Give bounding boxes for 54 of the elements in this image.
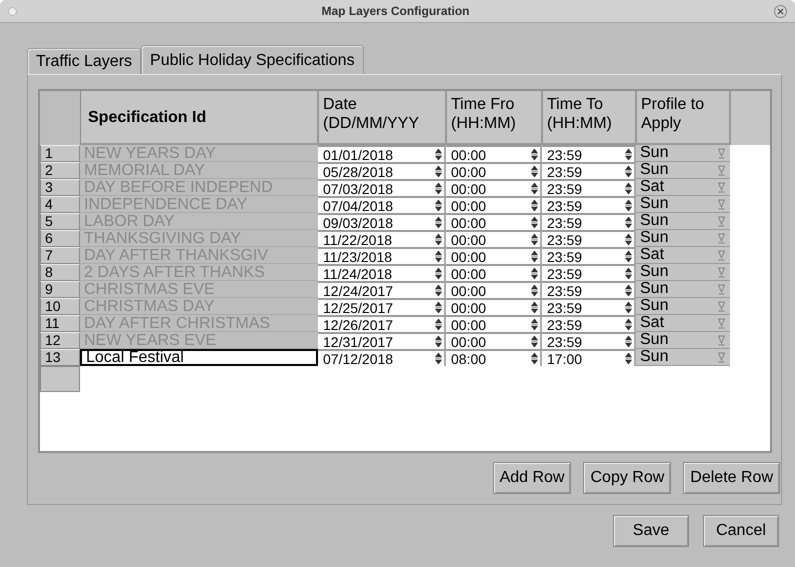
spinner-arrows-icon[interactable]	[435, 301, 442, 314]
dialog-button[interactable]: Save	[613, 515, 689, 547]
spinner-arrows-icon[interactable]	[625, 335, 632, 348]
spinner-arrows-icon[interactable]	[625, 318, 632, 331]
spinner-arrows-icon[interactable]	[531, 318, 538, 331]
close-icon[interactable]	[774, 4, 787, 18]
spinner-arrows-icon[interactable]	[435, 284, 442, 297]
spinner-arrows-icon[interactable]	[435, 335, 442, 348]
dialog-button[interactable]: Cancel	[703, 515, 779, 547]
specification-cell[interactable]: Local Festival	[80, 349, 318, 366]
spinner-arrows-icon[interactable]	[625, 216, 632, 229]
spinner-arrows-icon[interactable]	[435, 233, 442, 246]
date-spinbox[interactable]: 07/12/2018	[318, 349, 446, 366]
spinner-arrows-icon[interactable]	[625, 148, 632, 161]
window-title: Map Layers Configuration	[320, 4, 470, 18]
spinner-arrows-icon[interactable]	[625, 182, 632, 195]
spinner-arrows-icon[interactable]	[435, 182, 442, 195]
spinner-arrows-icon[interactable]	[435, 216, 442, 229]
spinner-arrows-icon[interactable]	[531, 301, 538, 314]
spinner-arrows-icon[interactable]	[531, 199, 538, 212]
profile-dropdown[interactable]: Sun	[636, 349, 730, 366]
spinner-arrows-icon[interactable]	[625, 352, 632, 365]
spinner-arrows-icon[interactable]	[435, 250, 442, 263]
spinner-arrows-icon[interactable]	[435, 352, 442, 365]
spinner-arrows-icon[interactable]	[625, 267, 632, 280]
spinner-arrows-icon[interactable]	[531, 148, 538, 161]
spinner-arrows-icon[interactable]	[435, 199, 442, 212]
time-to-spinbox[interactable]: 17:00	[542, 349, 636, 366]
spinner-arrows-icon[interactable]	[625, 284, 632, 297]
spinner-arrows-icon[interactable]	[625, 301, 632, 314]
spinner-arrows-icon[interactable]	[531, 165, 538, 178]
spinner-arrows-icon[interactable]	[531, 216, 538, 229]
spinner-arrows-icon[interactable]	[435, 318, 442, 331]
spinner-arrows-icon[interactable]	[531, 352, 538, 365]
time-from-spinbox[interactable]: 08:00	[446, 349, 542, 366]
row-action-button[interactable]: Copy Row	[583, 462, 672, 494]
row-number[interactable]: 13	[40, 349, 80, 366]
tab[interactable]: Traffic Layers	[27, 48, 142, 74]
spinner-arrows-icon[interactable]	[531, 250, 538, 263]
spinner-arrows-icon[interactable]	[531, 335, 538, 348]
spinner-arrows-icon[interactable]	[531, 233, 538, 246]
spinner-arrows-icon[interactable]	[435, 267, 442, 280]
tab[interactable]: Public Holiday Specifications	[141, 45, 364, 74]
spinner-arrows-icon[interactable]	[531, 182, 538, 195]
spinner-arrows-icon[interactable]	[435, 165, 442, 178]
spinner-arrows-icon[interactable]	[531, 267, 538, 280]
spinner-arrows-icon[interactable]	[625, 165, 632, 178]
spinner-arrows-icon[interactable]	[625, 250, 632, 263]
spinner-arrows-icon[interactable]	[531, 284, 538, 297]
row-action-button[interactable]: Add Row	[492, 462, 572, 494]
spinner-arrows-icon[interactable]	[435, 148, 442, 161]
spinner-arrows-icon[interactable]	[625, 199, 632, 212]
row-action-button[interactable]: Delete Row	[683, 462, 780, 494]
spinner-arrows-icon[interactable]	[625, 233, 632, 246]
